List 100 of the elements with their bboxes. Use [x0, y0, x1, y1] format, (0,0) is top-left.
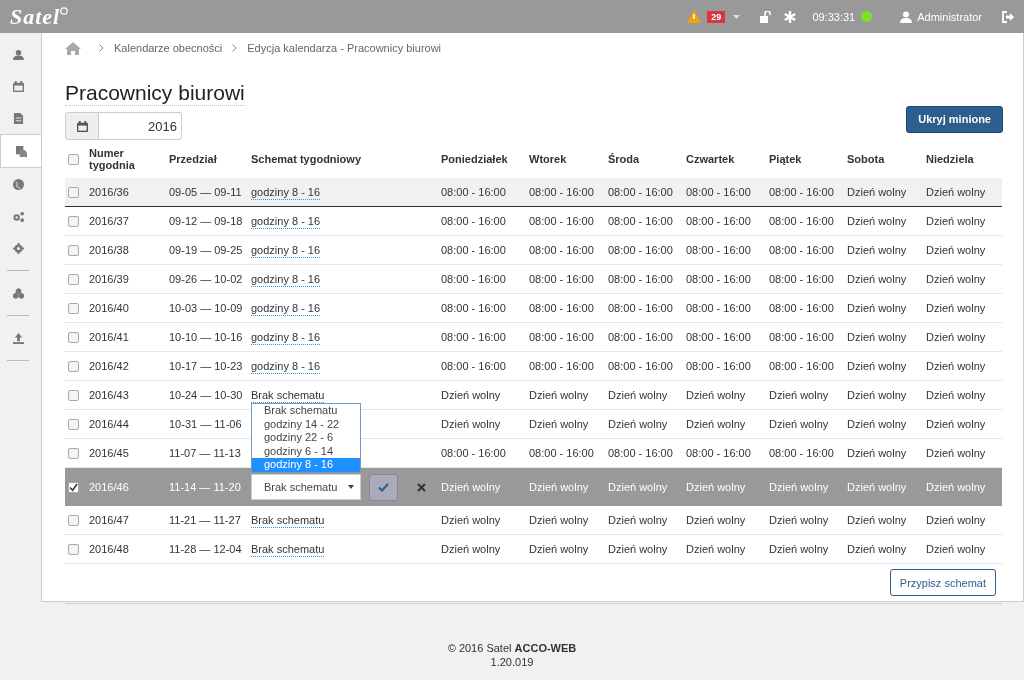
schema-link[interactable]: godziny 8 - 16	[251, 184, 321, 200]
table-cell-text: 08:00 - 16:00	[441, 244, 507, 256]
checkbox[interactable]	[68, 153, 79, 165]
table-cell-text: 2016/43	[89, 389, 130, 401]
table-cell-text: Dzień wolny	[769, 389, 830, 401]
table-cell-text: 08:00 - 16:00	[441, 302, 507, 314]
version-text: 1.20.019	[490, 656, 534, 668]
calendar-icon	[12, 80, 24, 92]
checkbox[interactable]	[68, 389, 79, 401]
table-cell-text: Dzień wolny	[847, 447, 908, 459]
checkbox[interactable]	[68, 302, 79, 314]
table-cell-text: 08:00 - 16:00	[686, 273, 752, 285]
table-cell-text: Dzień wolny	[926, 186, 987, 198]
logout-icon[interactable]	[1002, 10, 1014, 23]
table-cell-text: 08:00 - 16:00	[529, 302, 595, 314]
confirm-button[interactable]	[369, 473, 398, 501]
schema-link[interactable]: godziny 8 - 16	[251, 213, 321, 229]
checkbox[interactable]	[68, 273, 79, 285]
checkbox[interactable]	[68, 481, 79, 493]
schema-link[interactable]: Brak schematu	[251, 387, 325, 403]
table-cell-text: 08:00 - 16:00	[529, 273, 595, 285]
table-cell-text: Dzień wolny	[847, 244, 908, 256]
column-header: Środa	[608, 153, 641, 165]
schema-link[interactable]: Brak schematu	[251, 541, 325, 557]
table-cell-text: 08:00 - 16:00	[769, 215, 835, 227]
caret-icon	[348, 485, 354, 489]
table-cell-text: Dzień wolny	[686, 418, 747, 430]
table-cell-text: Dzień wolny	[847, 543, 908, 555]
cancel-button[interactable]	[414, 480, 428, 494]
checkbox[interactable]	[68, 244, 79, 256]
alert-count-badge[interactable]: 29	[707, 10, 726, 23]
table-cell-text: 2016/41	[89, 331, 130, 343]
table-cell-text: 08:00 - 16:00	[686, 186, 752, 198]
schema-link[interactable]: godziny 8 - 16	[251, 242, 321, 258]
unlock-icon[interactable]	[760, 10, 773, 23]
upload-icon	[12, 332, 24, 344]
dropdown-option[interactable]: godziny 22 - 6	[252, 431, 360, 445]
checkbox[interactable]	[68, 514, 79, 526]
schema-link[interactable]: godziny 8 - 16	[251, 358, 321, 374]
caret-icon[interactable]	[733, 14, 741, 19]
schema-link[interactable]: godziny 8 - 16	[251, 271, 321, 287]
table-cell-text: 08:00 - 16:00	[529, 244, 595, 256]
table-cell-text: 08:00 - 16:00	[441, 447, 507, 459]
table-cell-text: Dzień wolny	[847, 389, 908, 401]
table-cell-text: 08:00 - 16:00	[608, 244, 674, 256]
dropdown-option[interactable]: Brak schematu	[252, 404, 360, 418]
checkbox[interactable]	[68, 447, 79, 459]
column-header: Sobota	[847, 153, 886, 165]
column-header: Piątek	[769, 153, 803, 165]
table-cell-text: Dzień wolny	[769, 543, 830, 555]
dropdown-option[interactable]: godziny 14 - 22	[252, 417, 360, 431]
checkbox[interactable]	[68, 360, 79, 372]
table-cell-text: 2016/36	[89, 186, 130, 198]
schema-link[interactable]: Brak schematu	[251, 512, 325, 528]
table-cell-text: 2016/48	[89, 543, 130, 555]
checkbox[interactable]	[68, 215, 79, 227]
column-header: Niedziela	[926, 153, 975, 165]
registered-icon	[60, 6, 69, 15]
breadcrumb-link[interactable]: Edycja kalendarza - Pracownicy biurowi	[247, 42, 442, 54]
checkbox[interactable]	[68, 418, 79, 430]
calendar-addon[interactable]	[65, 112, 99, 140]
cubes-icon	[12, 287, 24, 299]
table-cell-text: 09-19 — 09-25	[169, 244, 244, 256]
checkbox[interactable]	[68, 331, 79, 343]
dropdown-option[interactable]: godziny 6 - 14	[252, 444, 360, 458]
schema-link[interactable]: godziny 8 - 16	[251, 329, 321, 345]
table-cell-text: Dzień wolny	[608, 543, 669, 555]
table-cell-text: Dzień wolny	[769, 418, 830, 430]
table-cell-text: Dzień wolny	[441, 418, 502, 430]
calendar-icon	[76, 120, 88, 132]
table-cell-text: 10-10 — 10-16	[169, 331, 244, 343]
table-cell-text: 08:00 - 16:00	[608, 273, 674, 285]
table-cell-text: Dzień wolny	[926, 481, 987, 493]
table-cell-text: Dzień wolny	[441, 514, 502, 526]
sidebar-item[interactable]	[0, 134, 41, 168]
table-cell-text: 08:00 - 16:00	[441, 215, 507, 227]
assign-schema-button[interactable]: Przypisz schemat	[889, 569, 996, 596]
table-cell-text: Dzień wolny	[686, 481, 747, 493]
table-cell-text: 08:00 - 16:00	[529, 186, 595, 198]
warning-icon[interactable]	[687, 10, 702, 23]
table-cell-text: 2016/40	[89, 302, 130, 314]
table-cell-text: Dzień wolny	[529, 481, 590, 493]
person-icon	[12, 48, 24, 60]
checkbox[interactable]	[68, 186, 79, 198]
table-cell-text: 2016/38	[89, 244, 130, 256]
table-cell-text: Dzień wolny	[847, 215, 908, 227]
user-icon	[900, 10, 913, 23]
year-field[interactable]: 2016	[99, 112, 182, 140]
checkbox[interactable]	[68, 543, 79, 555]
table-cell-text: 2016/46	[89, 481, 130, 493]
schema-link[interactable]: godziny 8 - 16	[251, 300, 321, 316]
asterisk-icon[interactable]	[784, 10, 797, 23]
breadcrumb-link[interactable]: Kalendarze obecności	[114, 42, 223, 54]
table-cell-text: Dzień wolny	[529, 418, 590, 430]
home-icon[interactable]	[65, 41, 81, 55]
hide-past-button[interactable]: Ukryj minione	[906, 105, 1003, 133]
schema-select[interactable]: Brak schematu	[251, 474, 361, 500]
table-cell-text: Dzień wolny	[926, 215, 987, 227]
table-cell-text: Dzień wolny	[926, 244, 987, 256]
table-cell-text: 08:00 - 16:00	[608, 186, 674, 198]
